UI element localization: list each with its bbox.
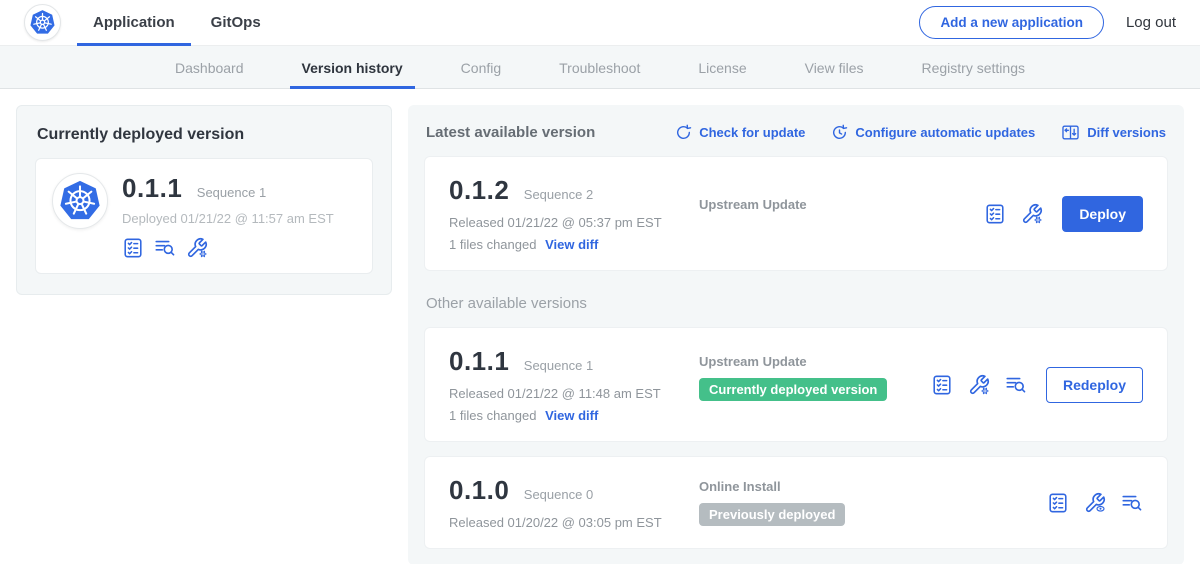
release-notes-icon[interactable] bbox=[1121, 492, 1143, 514]
preflight-checklist-icon[interactable] bbox=[984, 203, 1006, 225]
version-sequence: Sequence 0 bbox=[524, 487, 593, 502]
nav-tab-dashboard[interactable]: Dashboard bbox=[175, 46, 244, 89]
diff-table-icon bbox=[1061, 123, 1080, 142]
preflight-checklist-icon[interactable] bbox=[1047, 492, 1069, 514]
files-changed-label: 1 files changed bbox=[449, 408, 536, 423]
version-sequence: Sequence 1 bbox=[524, 358, 593, 373]
nav-tab-troubleshoot[interactable]: Troubleshoot bbox=[559, 46, 640, 89]
app-icon bbox=[52, 173, 108, 229]
kubernetes-logo-icon bbox=[29, 9, 56, 36]
schedule-refresh-icon bbox=[831, 124, 848, 141]
latest-available-title: Latest available version bbox=[426, 124, 595, 141]
app-logo[interactable] bbox=[24, 4, 61, 41]
other-versions-title: Other available versions bbox=[426, 295, 1166, 312]
view-diff-link[interactable]: View diff bbox=[545, 237, 598, 252]
preflight-checklist-icon[interactable] bbox=[122, 237, 144, 259]
released-timestamp: Released 01/21/22 @ 05:37 pm EST bbox=[449, 215, 699, 230]
app-subnav: Dashboard Version history Config Trouble… bbox=[0, 46, 1200, 89]
view-config-wrench-eye-icon[interactable] bbox=[1084, 492, 1106, 514]
currently-deployed-title: Currently deployed version bbox=[37, 126, 373, 144]
version-source: Online Install bbox=[699, 479, 1047, 494]
deploy-button[interactable]: Deploy bbox=[1062, 196, 1143, 232]
version-sequence: Sequence 2 bbox=[524, 187, 593, 202]
version-source: Upstream Update bbox=[699, 197, 984, 212]
version-history-panel: Latest available version Check for updat… bbox=[408, 105, 1184, 564]
version-number: 0.1.0 bbox=[449, 475, 509, 505]
view-diff-link[interactable]: View diff bbox=[545, 408, 598, 423]
edit-config-wrench-gear-icon[interactable] bbox=[186, 237, 208, 259]
files-changed-label: 1 files changed bbox=[449, 237, 536, 252]
version-card-011: 0.1.1 Sequence 1 Released 01/21/22 @ 11:… bbox=[424, 327, 1168, 442]
edit-config-wrench-gear-icon[interactable] bbox=[1021, 203, 1043, 225]
deployed-version-number: 0.1.1 bbox=[122, 173, 182, 203]
add-application-button[interactable]: Add a new application bbox=[919, 6, 1104, 39]
edit-config-wrench-gear-icon[interactable] bbox=[968, 374, 990, 396]
version-source: Upstream Update bbox=[699, 354, 931, 369]
check-for-update-link[interactable]: Check for update bbox=[675, 124, 805, 141]
released-timestamp: Released 01/20/22 @ 03:05 pm EST bbox=[449, 515, 699, 530]
version-number: 0.1.1 bbox=[449, 346, 509, 376]
version-card-010: 0.1.0 Sequence 0 Released 01/20/22 @ 03:… bbox=[424, 456, 1168, 549]
nav-tab-license[interactable]: License bbox=[698, 46, 746, 89]
release-notes-icon[interactable] bbox=[154, 237, 176, 259]
logout-link[interactable]: Log out bbox=[1126, 14, 1176, 31]
release-notes-icon[interactable] bbox=[1005, 374, 1027, 396]
deployed-timestamp: Deployed 01/21/22 @ 11:57 am EST bbox=[122, 211, 334, 226]
redeploy-button[interactable]: Redeploy bbox=[1046, 367, 1143, 403]
kubernetes-logo-icon bbox=[58, 179, 102, 223]
diff-versions-link[interactable]: Diff versions bbox=[1061, 123, 1166, 142]
tab-application-label: Application bbox=[93, 14, 175, 31]
topbar: Application GitOps Add a new application… bbox=[0, 0, 1200, 46]
currently-deployed-card: Currently deployed version 0.1.1 Sequenc… bbox=[16, 105, 392, 295]
configure-automatic-updates-link[interactable]: Configure automatic updates bbox=[831, 124, 1035, 141]
deployed-sequence: Sequence 1 bbox=[197, 185, 266, 200]
nav-tab-registry-settings[interactable]: Registry settings bbox=[922, 46, 1025, 89]
nav-tab-version-history[interactable]: Version history bbox=[302, 46, 403, 89]
tab-application[interactable]: Application bbox=[93, 0, 175, 46]
currently-deployed-badge: Currently deployed version bbox=[699, 378, 887, 401]
version-number: 0.1.2 bbox=[449, 175, 509, 205]
nav-tab-config[interactable]: Config bbox=[461, 46, 501, 89]
preflight-checklist-icon[interactable] bbox=[931, 374, 953, 396]
version-card-012: 0.1.2 Sequence 2 Released 01/21/22 @ 05:… bbox=[424, 156, 1168, 271]
released-timestamp: Released 01/21/22 @ 11:48 am EST bbox=[449, 386, 699, 401]
nav-tab-view-files[interactable]: View files bbox=[805, 46, 864, 89]
tab-gitops-label: GitOps bbox=[211, 14, 261, 31]
refresh-icon bbox=[675, 124, 692, 141]
deployed-version-card: 0.1.1 Sequence 1 Deployed 01/21/22 @ 11:… bbox=[35, 158, 373, 274]
tab-gitops[interactable]: GitOps bbox=[211, 0, 261, 46]
previously-deployed-badge: Previously deployed bbox=[699, 503, 845, 526]
